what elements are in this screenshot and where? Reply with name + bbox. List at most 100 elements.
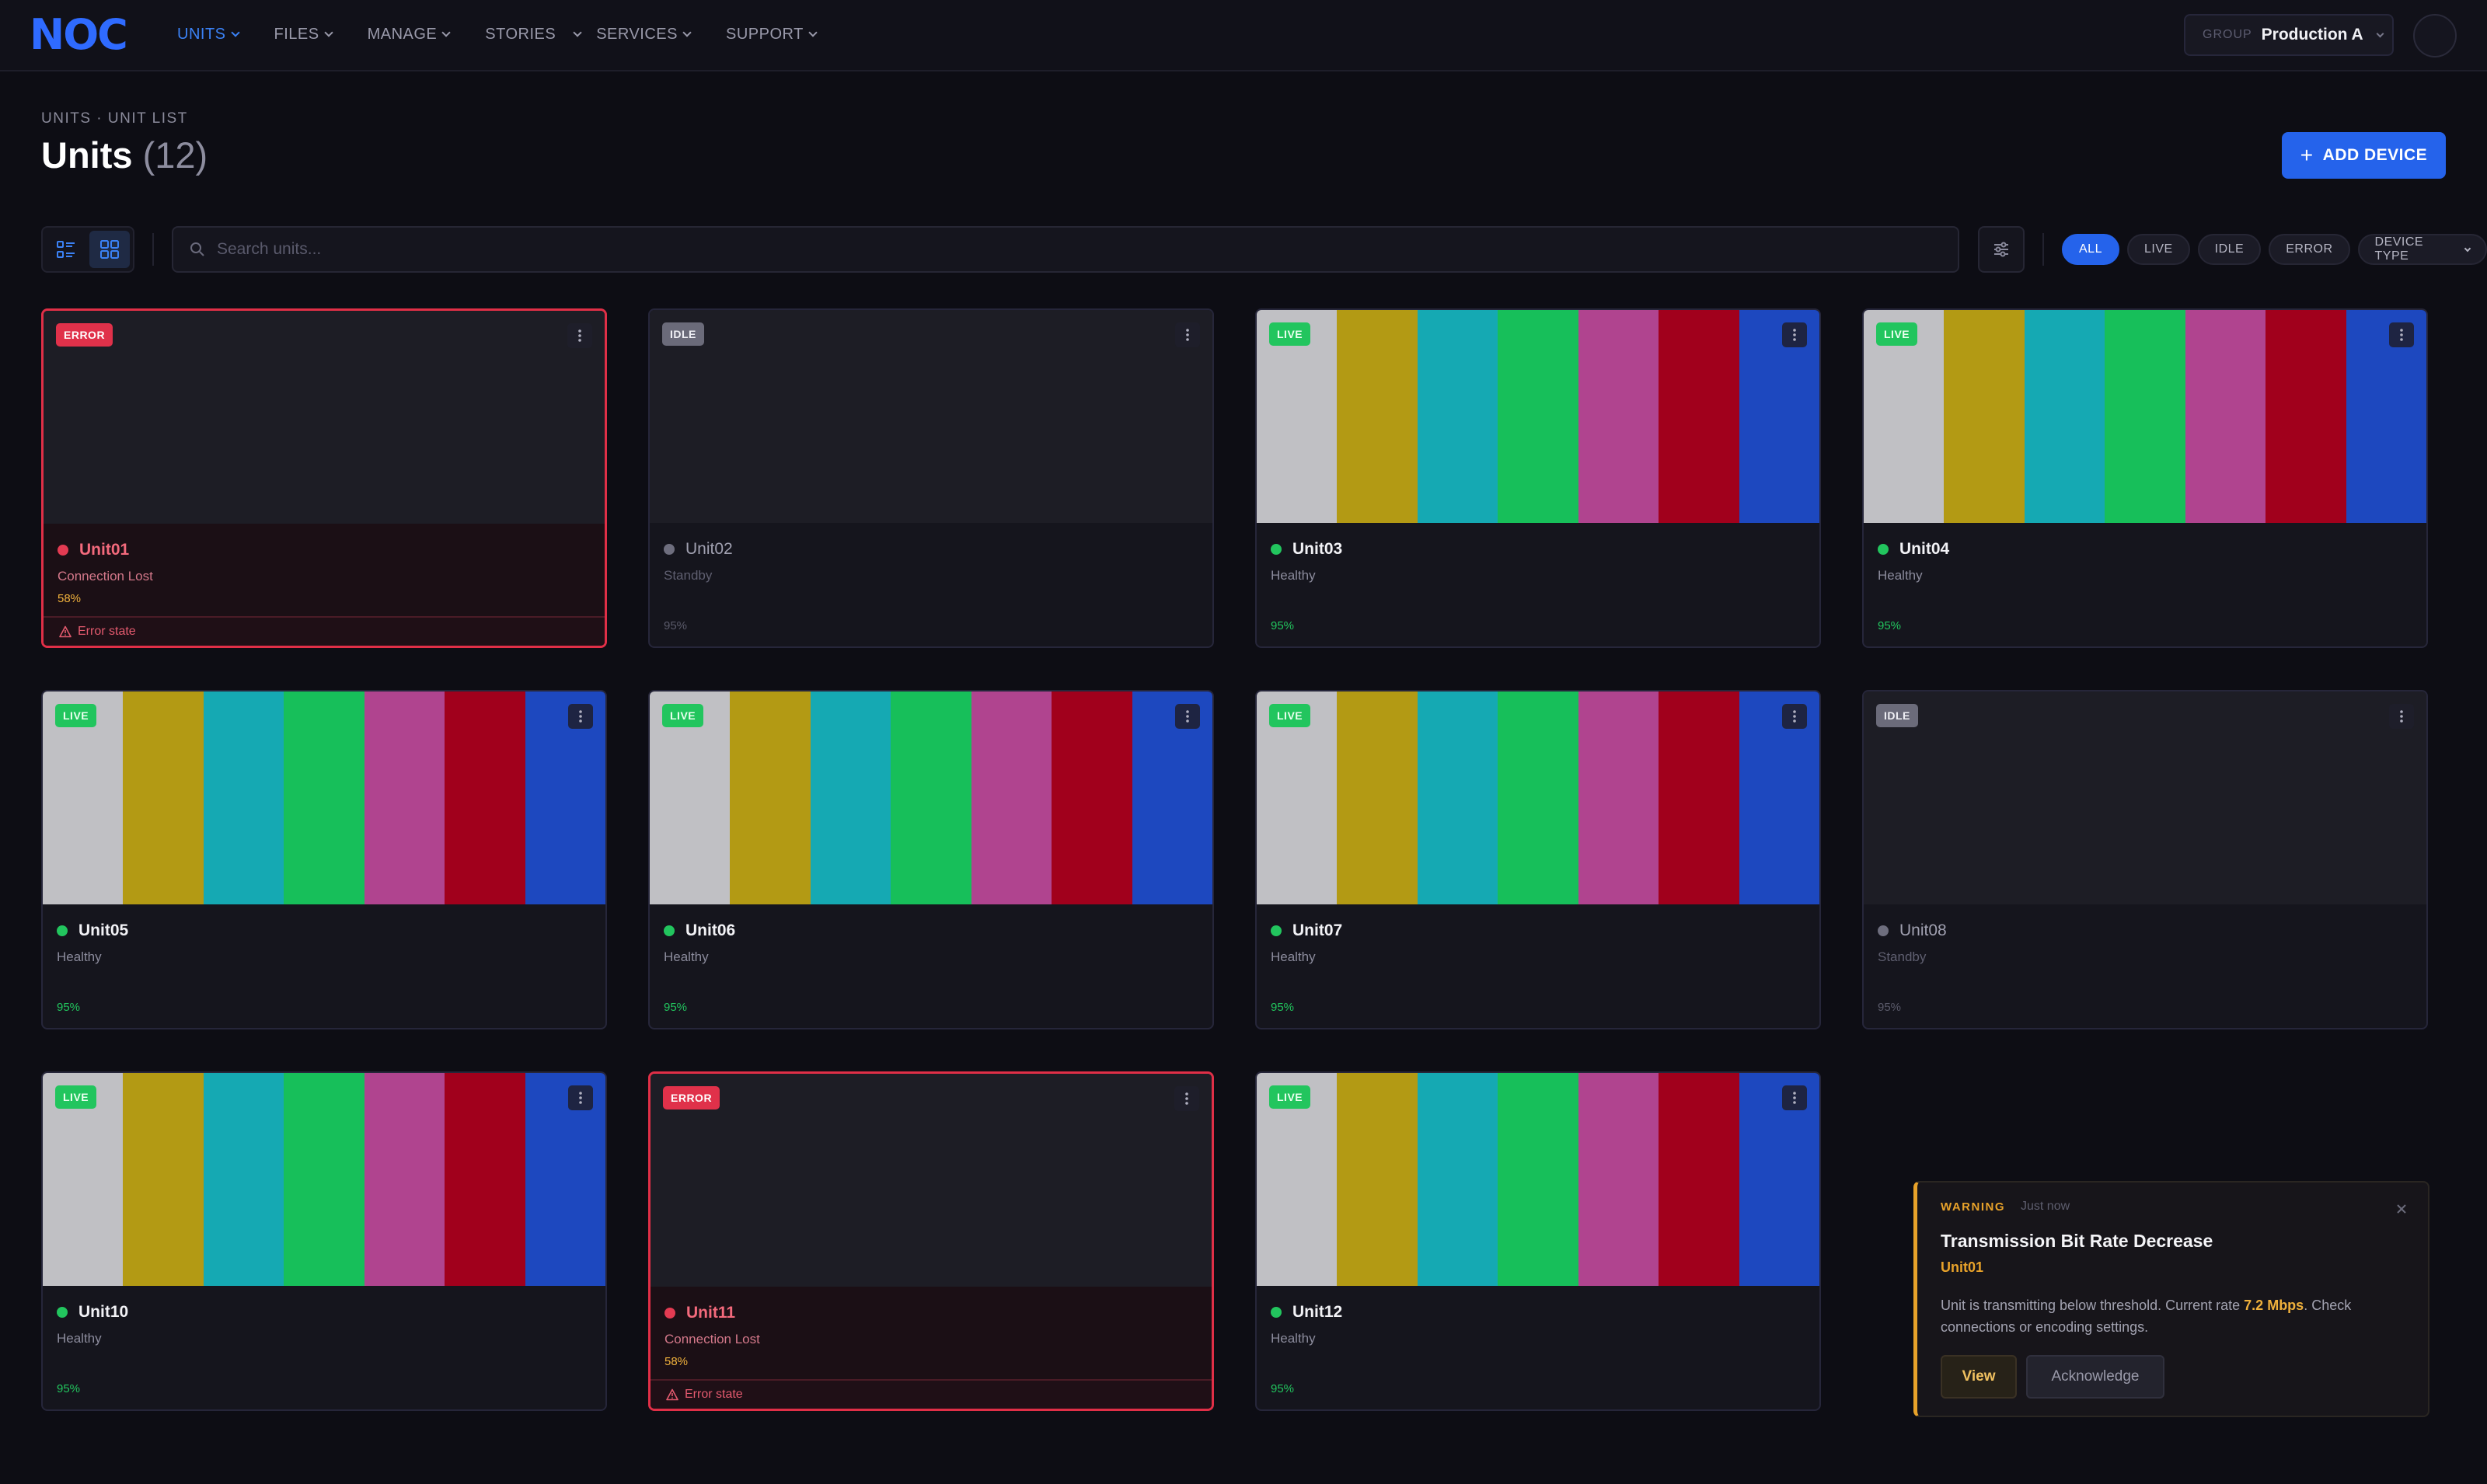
warning-triangle-icon [666,1388,678,1401]
device-type-label: DEVICE TYPE [2374,235,2424,263]
unit-health-percent: 95% [664,1001,688,1014]
search-input[interactable] [217,240,1927,259]
unit-preview [43,691,605,904]
status-badge: LIVE [55,1085,97,1109]
unit-status-text: Healthy [1271,568,1316,583]
toast-rate: 7.2 Mbps [2244,1298,2304,1313]
color-bar [284,1073,365,1286]
unit-info: Unit12 Healthy 95% [1257,1286,1819,1409]
nav-item-manage[interactable]: MANAGE [367,25,451,44]
unit-status-text: Healthy [1878,568,1923,583]
list-view-button[interactable] [46,231,86,268]
filter-chip-error[interactable]: ERROR [2269,234,2350,265]
toast-level: WARNING [1941,1200,2005,1214]
filter-settings-button[interactable] [1978,226,2025,273]
top-nav: NOC UNITS FILES MANAGE STORIES SERVICES … [0,0,2487,71]
status-dot [57,1307,68,1318]
unit-card[interactable]: IDLE Unit08 Standby 95% [1862,690,2428,1029]
card-menu-button[interactable] [1174,1086,1199,1111]
filter-chip-all[interactable]: ALL [2062,234,2119,265]
color-bar [1417,310,1498,523]
toast-time: Just now [2021,1200,2070,1213]
color-bar [1659,310,1739,523]
unit-health-percent: 95% [1271,619,1295,632]
view-button[interactable]: View [1941,1355,2017,1399]
noc-logo[interactable]: NOC [30,10,128,59]
toast-unit-link[interactable]: Unit01 [1941,1259,2406,1276]
status-dot [58,545,68,556]
unit-card[interactable]: LIVE Unit04 Healthy 95% [1862,308,2428,648]
chevron-down-icon [230,28,240,37]
nav-label: MANAGE [367,25,438,43]
nav-item-stories[interactable]: STORIES [485,26,556,44]
card-menu-button[interactable] [1782,1085,1807,1110]
status-dot [664,925,675,936]
color-bar [2346,310,2426,523]
nav-item-units[interactable]: UNITS [177,26,240,44]
status-dot [1271,925,1282,936]
unit-card[interactable]: LIVE Unit10 Healthy 95% [41,1071,607,1411]
unit-card[interactable]: LIVE Unit06 Healthy 95% [648,690,1214,1029]
unit-card[interactable]: LIVE Unit03 Healthy 95% [1255,308,1821,648]
view-toggle [41,226,134,273]
unit-health-percent: 95% [1878,619,1902,632]
unit-health-percent: 95% [1271,1382,1295,1395]
unit-info: Unit02 Standby 95% [650,523,1212,646]
nav-menu: UNITS FILES MANAGE STORIES SERVICES SUPP… [177,0,818,68]
color-bar [1578,691,1659,904]
card-menu-button[interactable] [1175,322,1200,347]
nav-item-services[interactable]: SERVICES [573,26,692,44]
close-icon[interactable] [2392,1200,2411,1218]
nav-item-files[interactable]: FILES [274,26,333,44]
more-vertical-icon [579,710,582,723]
unit-card[interactable]: LIVE Unit07 Healthy 95% [1255,690,1821,1029]
unit-name: Unit05 [78,921,129,939]
unit-info: Unit05 Healthy 95% [43,904,605,1028]
more-vertical-icon [2400,329,2403,341]
chevron-down-icon [323,28,333,37]
card-menu-button[interactable] [1782,322,1807,347]
more-vertical-icon [1793,710,1796,723]
card-menu-button[interactable] [568,1085,593,1110]
acknowledge-button[interactable]: Acknowledge [2026,1355,2164,1399]
card-menu-button[interactable] [567,323,592,348]
card-menu-button[interactable] [1782,704,1807,729]
color-bar [123,691,204,904]
page-title: Units (12) [41,134,208,176]
unit-status-text: Healthy [57,949,102,964]
unit-name: Unit04 [1899,540,1950,558]
unit-card[interactable]: LIVE Unit12 Healthy 95% [1255,1071,1821,1411]
avatar[interactable] [2413,14,2457,57]
color-bar [971,691,1052,904]
nav-item-support[interactable]: SUPPORT [726,26,818,44]
group-select[interactable]: GROUP Production A [2184,14,2394,56]
unit-card[interactable]: ERROR Unit01 Connection Lost 58% Error state [41,308,607,648]
filter-chip-device-type[interactable]: DEVICE TYPE [2357,234,2487,265]
search-box [172,226,1959,273]
error-state-bar: Error state [651,1379,1212,1409]
grid-view-button[interactable] [89,231,130,268]
unit-card[interactable]: ERROR Unit11 Connection Lost 58% Error state [648,1071,1214,1411]
toast-message-pre: Unit is transmitting below threshold. Cu… [1941,1298,2245,1313]
card-menu-button[interactable] [2389,704,2414,729]
add-device-button[interactable]: + ADD DEVICE [2282,132,2446,179]
unit-card[interactable]: IDLE Unit02 Standby 95% [648,308,1214,648]
unit-preview [1257,691,1819,904]
color-bar [525,691,605,904]
status-dot [664,544,675,555]
unit-card[interactable]: LIVE Unit05 Healthy 95% [41,690,607,1029]
color-bar [284,691,365,904]
card-menu-button[interactable] [2389,322,2414,347]
chevron-down-icon [808,28,818,37]
nav-label: STORIES [485,25,556,43]
color-bar [364,1073,445,1286]
unit-preview [650,691,1212,904]
logo-text: NOC [30,10,128,59]
filter-chip-idle[interactable]: IDLE [2197,234,2262,265]
filter-chip-live[interactable]: LIVE [2126,234,2190,265]
unit-name: Unit08 [1899,921,1947,939]
card-menu-button[interactable] [1175,704,1200,729]
color-bar [730,691,811,904]
unit-health-percent: 95% [1271,1001,1295,1014]
card-menu-button[interactable] [568,704,593,729]
